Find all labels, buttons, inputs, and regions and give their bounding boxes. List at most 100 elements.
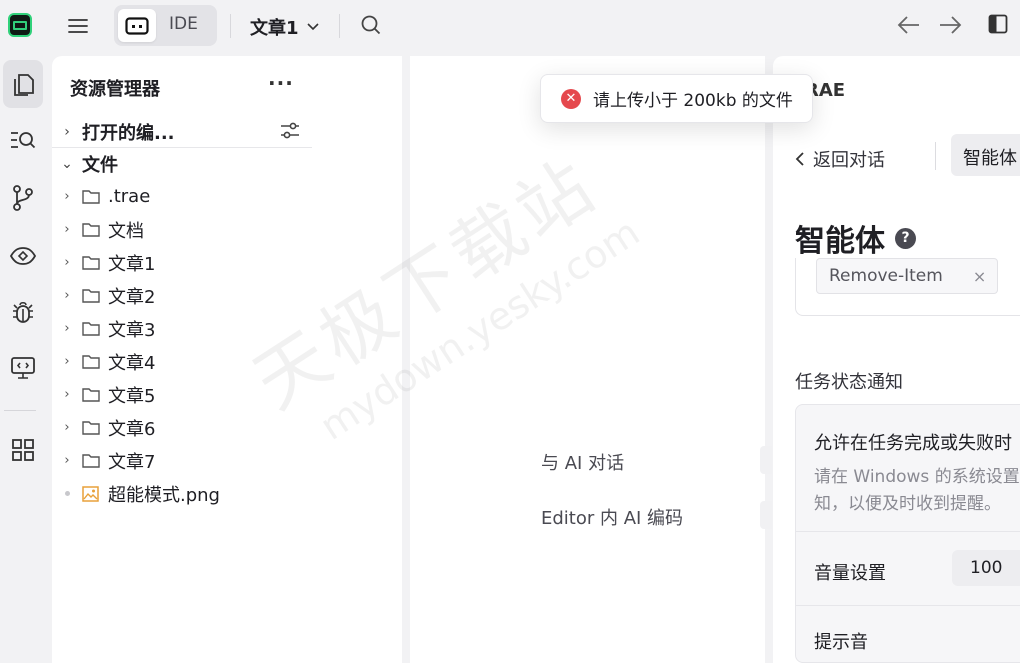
files-section[interactable]: ⌄ 文件 [52,148,314,180]
chevron-right-icon: › [64,189,70,204]
explorer-title: 资源管理器 [70,79,160,100]
chevron-down-icon: ⌄ [61,156,73,172]
folder-icon [82,189,108,204]
volume-input[interactable]: 100 [952,550,1020,586]
allow-notify-label: 允许在任务完成或失败时 [814,433,1012,454]
tree-item[interactable]: › 文章2 [52,279,314,312]
open-editors-label: 打开的编... [82,122,175,144]
toast-message: 请上传小于 200kb 的文件 [593,91,793,111]
hint-chat: 与 AI 对话 [541,453,625,474]
more-actions-button[interactable]: ··· [268,71,294,95]
debug-bug-icon[interactable] [3,288,43,336]
tree-item-label: 超能模式.png [108,484,220,506]
chevron-right-icon: › [64,420,70,435]
notify-desc-1: 请在 Windows 的系统设置 [814,467,1020,487]
agent-settings-panel: RAE 返回对话 智能体 智能体 ? Remove-Item × 任务状态通知 … [773,56,1020,663]
files-label: 文件 [82,155,118,176]
remote-monitor-icon[interactable] [3,344,43,392]
solo-mode-icon[interactable] [118,9,156,42]
divider [4,410,36,411]
folder-icon [82,420,108,435]
shortcut-key [760,501,772,529]
tree-item-label: 文章6 [108,418,156,440]
source-control-icon[interactable] [3,174,43,222]
tree-item-label: 文章7 [108,451,156,473]
activity-bar [0,52,44,663]
divider [339,14,340,38]
tree-item[interactable]: › 文档 [52,213,314,246]
editor-area: 与 AI 对话 Editor 内 AI 编码 [410,56,772,663]
chevron-down-icon [306,23,319,31]
image-file-icon [82,485,108,502]
tree-item[interactable]: › 文章3 [52,312,314,345]
tree-item-label: 文章3 [108,319,156,341]
notify-settings-card: 允许在任务完成或失败时 请在 Windows 的系统设置 知，以便及时收到提醒。… [795,404,1020,663]
chevron-right-icon: › [64,387,70,402]
arrow-left-icon[interactable] [897,14,921,40]
shortcut-key [760,446,772,474]
menu-icon[interactable] [66,14,90,38]
tree-item[interactable]: › 文章6 [52,411,314,444]
search-icon[interactable] [360,14,384,38]
section-title: 智能体 ? [795,216,916,260]
chevron-right-icon: › [64,222,70,237]
sidebar-layout-icon[interactable] [988,14,1008,38]
top-bar: IDE 文章1 [0,0,1020,52]
chevron-right-icon: › [64,321,70,336]
tree-item-label: .trae [108,186,151,207]
tree-item-label: 文章4 [108,352,156,374]
chevron-right-icon: › [64,354,70,369]
tree-item-label: 文章2 [108,286,156,308]
bullet [52,491,82,496]
notify-section-label: 任务状态通知 [795,372,903,393]
allow-notify-row: 允许在任务完成或失败时 请在 Windows 的系统设置 知，以便及时收到提醒。 [796,405,1020,532]
close-icon[interactable]: × [973,267,986,286]
project-selector[interactable]: 文章1 [250,14,319,40]
command-tag: Remove-Item × [816,258,998,294]
volume-row: 音量设置 100 [796,532,1020,606]
section-title-text: 智能体 [795,224,885,259]
search-list-icon[interactable] [3,116,43,164]
chevron-left-icon [795,152,804,166]
extensions-grid-icon[interactable] [3,426,43,474]
sound-row[interactable]: 提示音 [796,606,1020,663]
open-editors-section[interactable]: › 打开的编... [52,116,314,148]
help-icon[interactable]: ? [895,227,916,249]
chevron-right-icon: › [64,453,70,468]
folder-icon [82,354,108,369]
back-to-chat-button[interactable]: 返回对话 [795,146,885,172]
mode-switch[interactable]: IDE [114,5,217,46]
folder-icon [82,321,108,336]
tree-item[interactable]: › 文章5 [52,378,314,411]
tree-item[interactable]: › 文章7 [52,444,314,477]
tree-item[interactable]: › 文章4 [52,345,314,378]
project-name: 文章1 [250,18,299,39]
tree-item[interactable]: 超能模式.png [52,477,314,510]
tree-item-label: 文章1 [108,253,156,275]
folder-icon [82,453,108,468]
back-label: 返回对话 [813,150,885,171]
empty-pane [312,56,402,663]
chevron-right-icon: › [64,123,70,140]
divider [230,14,231,38]
tag-label: Remove-Item [829,266,943,286]
command-tag-box: Remove-Item × [795,258,1020,316]
error-toast: ✕ 请上传小于 200kb 的文件 [540,74,813,123]
arrow-right-icon[interactable] [938,14,962,40]
chevron-right-icon: › [64,288,70,303]
error-icon: ✕ [561,88,581,109]
hint-code: Editor 内 AI 编码 [541,508,684,529]
folder-icon [82,288,108,303]
folder-icon [82,255,108,270]
filter-sliders-icon[interactable] [280,122,300,144]
sound-label: 提示音 [814,632,868,653]
preview-eye-icon[interactable] [3,232,43,280]
mode-ide-label[interactable]: IDE [169,14,198,34]
volume-label: 音量设置 [814,563,886,584]
tree-item[interactable]: › 文章1 [52,246,314,279]
agent-tab[interactable]: 智能体 [951,134,1020,176]
tree-item-label: 文档 [108,220,144,242]
tree-item[interactable]: › .trae [52,180,314,213]
notify-desc-2: 知，以便及时收到提醒。 [814,494,1001,514]
files-icon[interactable] [3,60,43,108]
